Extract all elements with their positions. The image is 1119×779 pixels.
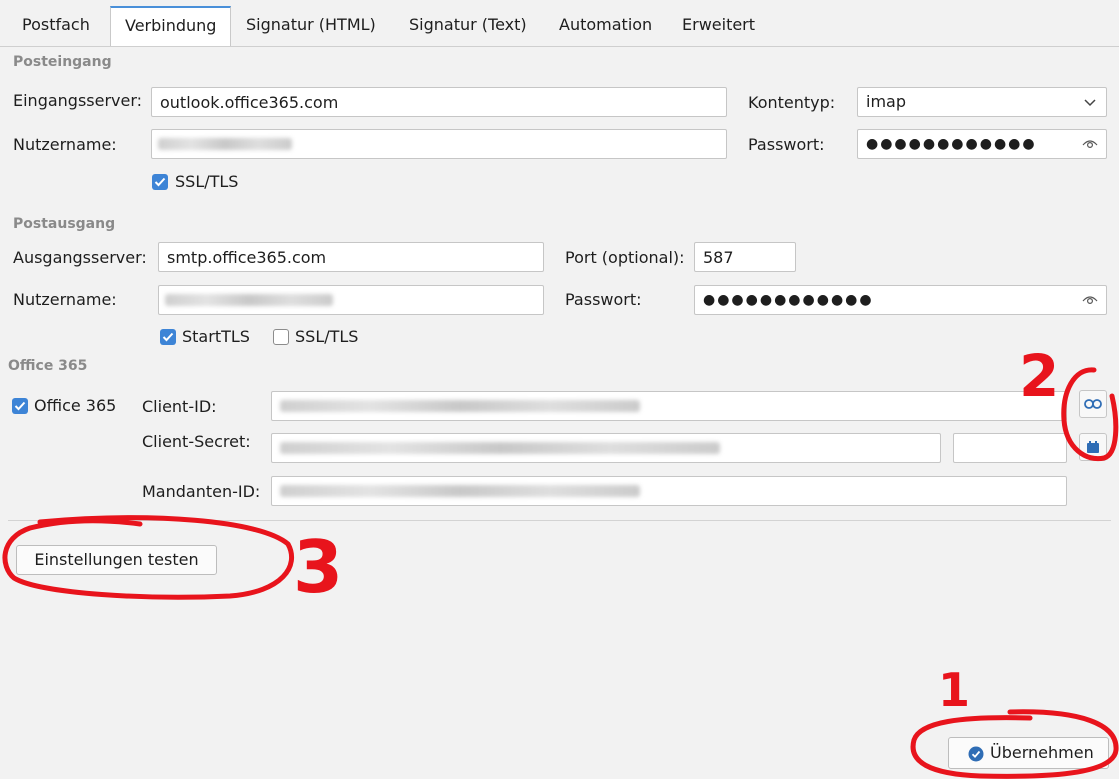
secret-expiry-input[interactable] bbox=[953, 433, 1067, 463]
blurred-content bbox=[165, 294, 333, 306]
client-id-input[interactable] bbox=[271, 391, 1067, 421]
account-type-select[interactable]: imap bbox=[857, 87, 1107, 117]
client-secret-input[interactable] bbox=[271, 433, 941, 463]
tenant-id-label: Mandanten-ID: bbox=[142, 482, 261, 501]
calendar-icon bbox=[1087, 441, 1099, 453]
outgoing-server-label: Ausgangsserver: bbox=[13, 248, 147, 267]
calendar-button[interactable] bbox=[1079, 433, 1107, 461]
office365-label: Office 365 bbox=[34, 396, 117, 415]
outgoing-username-input[interactable] bbox=[158, 285, 544, 315]
section-title-outgoing: Postausgang bbox=[13, 216, 116, 232]
divider bbox=[8, 520, 1111, 521]
outgoing-ssl-label: SSL/TLS bbox=[295, 327, 359, 346]
account-type-label: Kontentyp: bbox=[748, 93, 836, 112]
incoming-password-label: Passwort: bbox=[748, 135, 825, 154]
annotation-mark-1: 1 bbox=[938, 663, 970, 717]
link-button[interactable] bbox=[1079, 390, 1107, 418]
tab-erweitert[interactable]: Erweitert bbox=[668, 6, 769, 44]
starttls-label: StartTLS bbox=[182, 327, 250, 346]
checkmark-icon bbox=[154, 177, 166, 187]
outgoing-password-input[interactable]: ●●●●●●●●●●●● bbox=[694, 285, 1107, 315]
incoming-server-input[interactable] bbox=[151, 87, 727, 117]
tab-bar: Postfach Verbindung Signatur (HTML) Sign… bbox=[0, 0, 1119, 47]
incoming-password-mask: ●●●●●●●●●●●● bbox=[866, 136, 1037, 152]
annotation-mark-3: 3 bbox=[293, 525, 343, 609]
incoming-username-label: Nutzername: bbox=[13, 135, 117, 154]
incoming-ssl-checkbox[interactable] bbox=[152, 174, 168, 190]
checkmark-icon bbox=[14, 401, 26, 411]
check-circle-icon bbox=[968, 746, 984, 762]
incoming-ssl-label: SSL/TLS bbox=[175, 172, 239, 191]
blurred-content bbox=[280, 400, 640, 412]
apply-button-label: Übernehmen bbox=[990, 743, 1094, 762]
office365-checkbox[interactable] bbox=[12, 398, 28, 414]
eye-icon[interactable] bbox=[1082, 138, 1098, 150]
outgoing-server-input[interactable] bbox=[158, 242, 544, 272]
test-settings-button[interactable]: Einstellungen testen bbox=[16, 545, 217, 575]
starttls-checkbox[interactable] bbox=[160, 329, 176, 345]
tab-automation[interactable]: Automation bbox=[545, 6, 666, 44]
account-type-value: imap bbox=[866, 92, 906, 111]
section-title-incoming: Posteingang bbox=[13, 54, 112, 70]
port-label: Port (optional): bbox=[565, 248, 685, 267]
client-secret-label: Client-Secret: bbox=[142, 432, 251, 451]
apply-button[interactable]: Übernehmen bbox=[948, 737, 1109, 769]
incoming-server-label: Eingangsserver: bbox=[13, 91, 143, 110]
blurred-content bbox=[158, 138, 292, 150]
incoming-username-input[interactable] bbox=[151, 129, 727, 159]
client-id-label: Client-ID: bbox=[142, 397, 217, 416]
tenant-id-input[interactable] bbox=[271, 476, 1067, 506]
checkmark-icon bbox=[162, 332, 174, 342]
eye-icon[interactable] bbox=[1082, 294, 1098, 306]
outgoing-ssl-checkbox[interactable] bbox=[273, 329, 289, 345]
outgoing-username-label: Nutzername: bbox=[13, 290, 117, 309]
tab-signatur-html[interactable]: Signatur (HTML) bbox=[232, 6, 390, 44]
blurred-content bbox=[280, 442, 720, 454]
tab-signatur-text[interactable]: Signatur (Text) bbox=[395, 6, 541, 44]
incoming-password-input[interactable]: ●●●●●●●●●●●● bbox=[857, 129, 1107, 159]
outgoing-password-mask: ●●●●●●●●●●●● bbox=[703, 292, 874, 308]
tab-verbindung[interactable]: Verbindung bbox=[110, 6, 232, 46]
blurred-content bbox=[280, 485, 640, 497]
link-icon bbox=[1084, 399, 1102, 409]
section-title-office365: Office 365 bbox=[8, 358, 88, 374]
port-input[interactable] bbox=[694, 242, 796, 272]
tab-postfach[interactable]: Postfach bbox=[8, 6, 104, 44]
chevron-down-icon bbox=[1084, 99, 1096, 107]
outgoing-password-label: Passwort: bbox=[565, 290, 642, 309]
